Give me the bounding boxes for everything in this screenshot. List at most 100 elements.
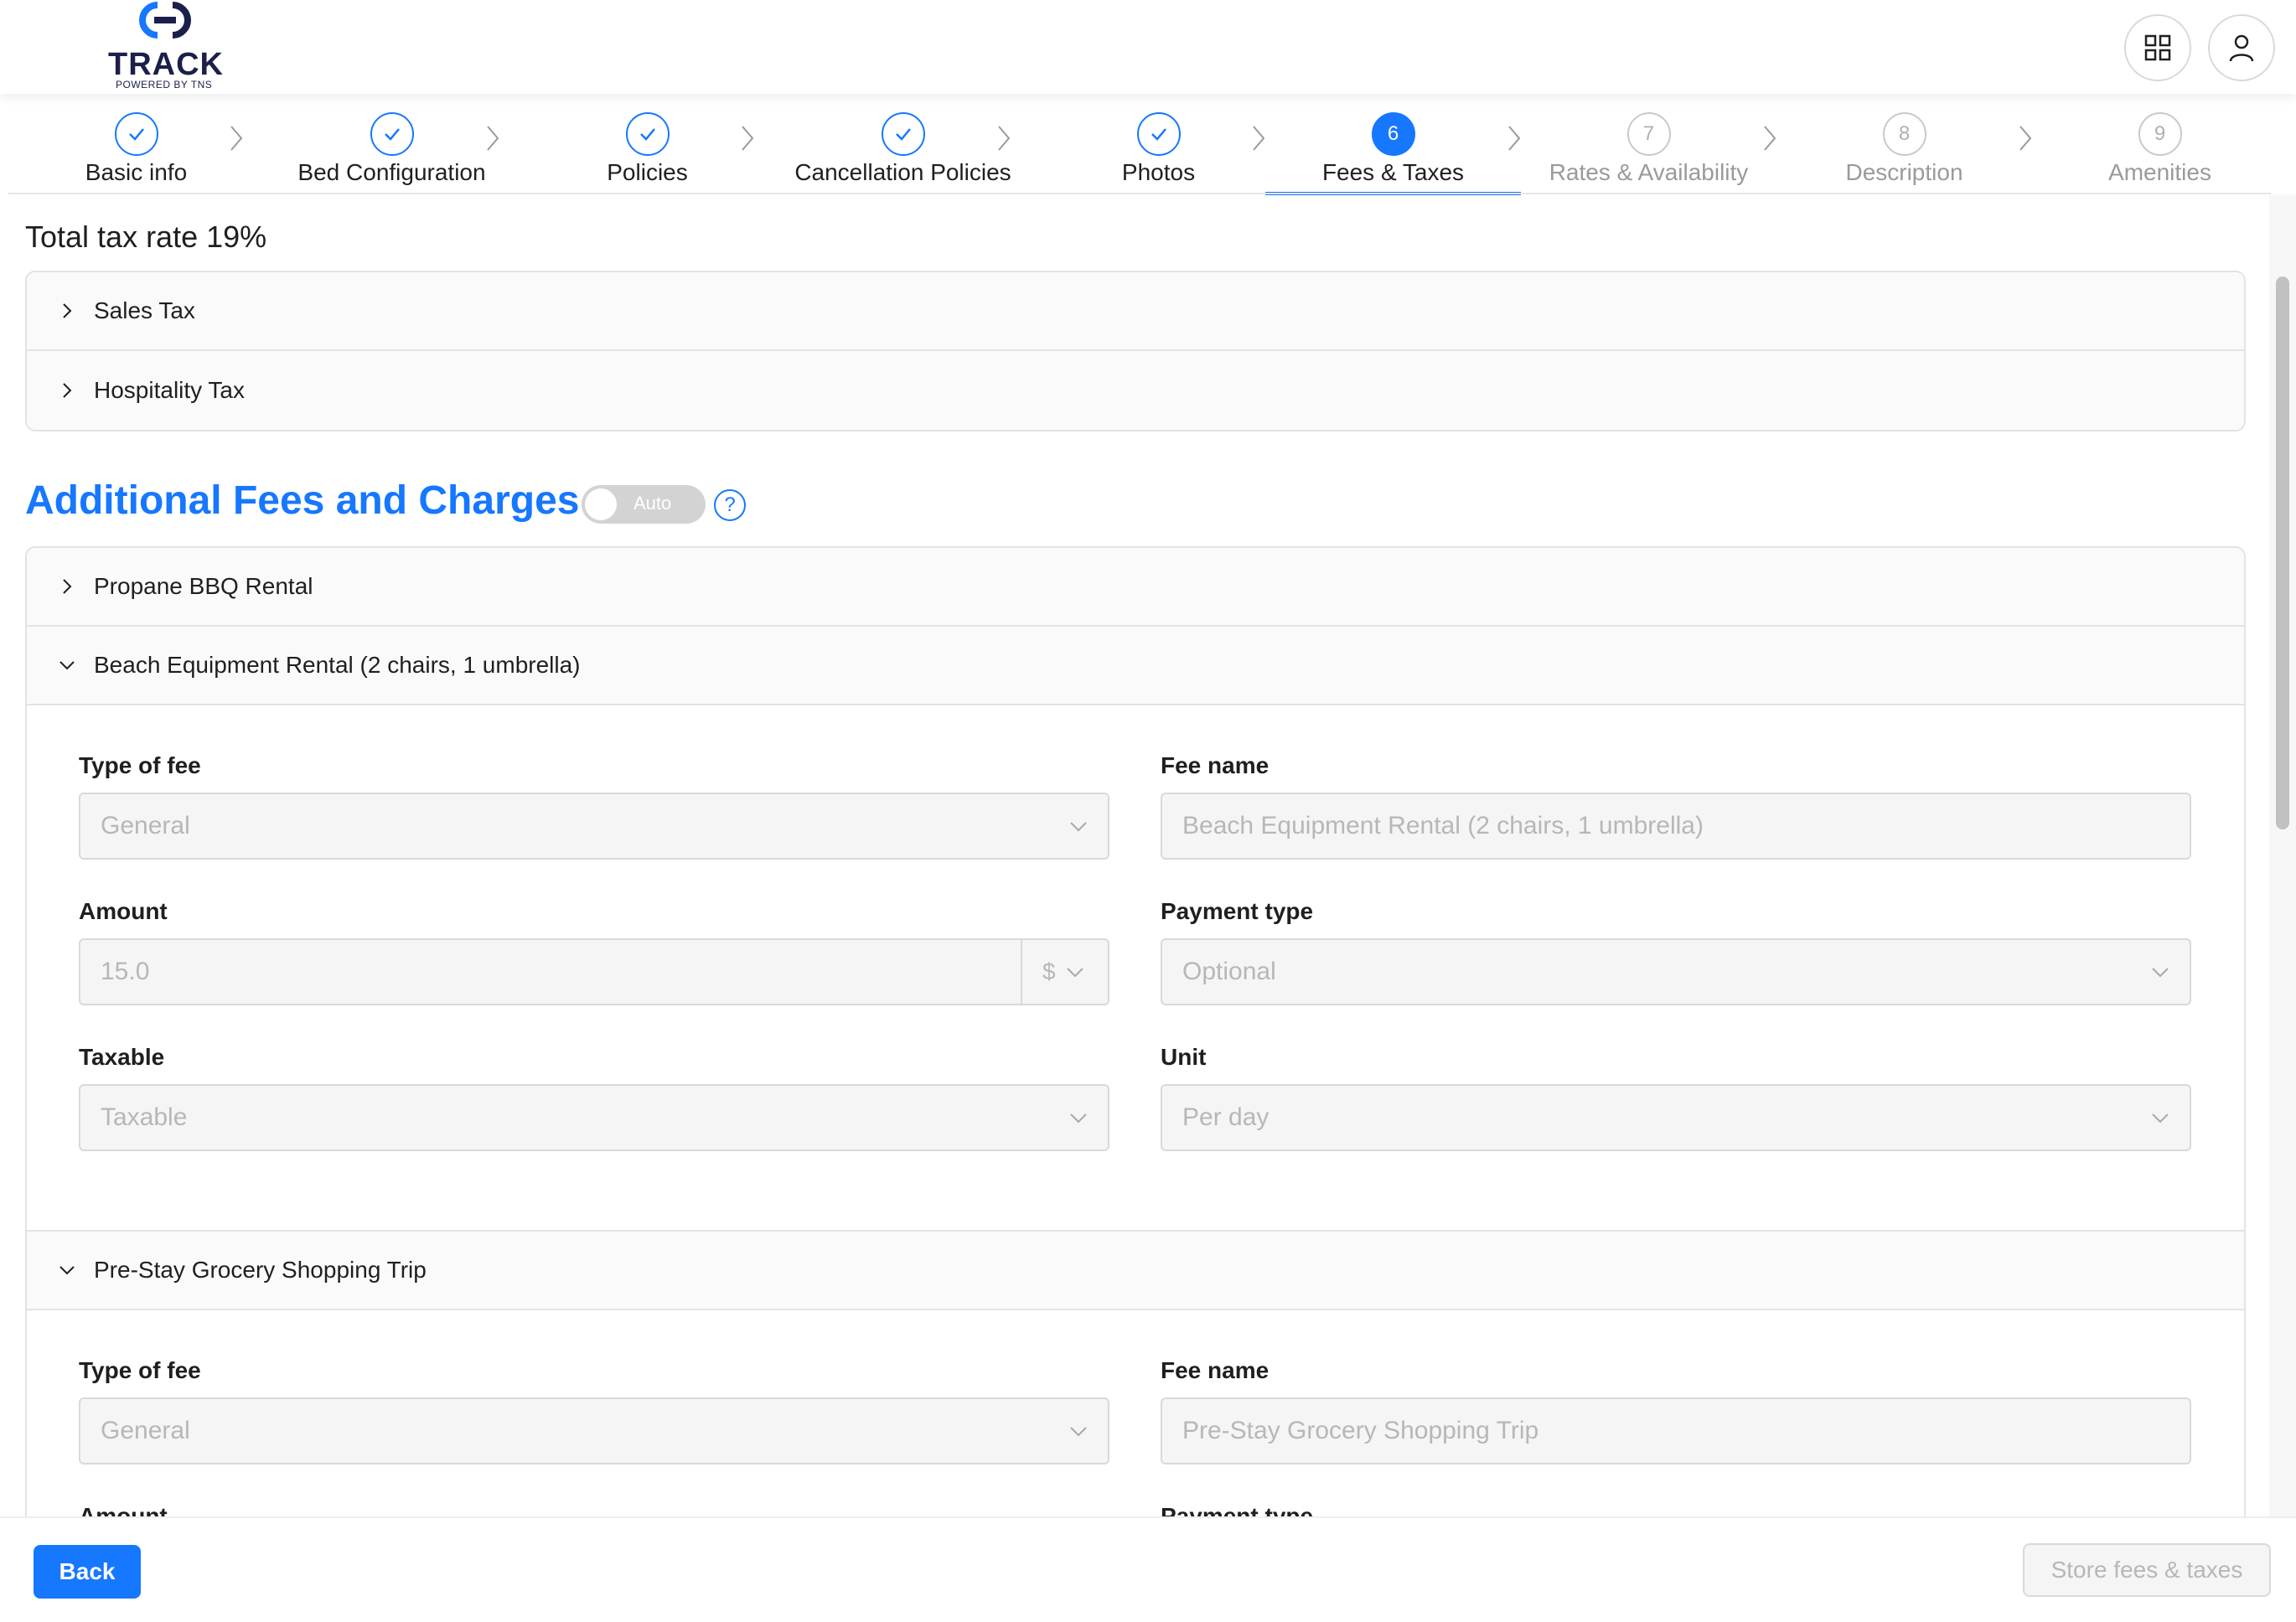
taxable-label: Taxable xyxy=(79,1044,165,1070)
fee-name-input[interactable]: Beach Equipment Rental (2 chairs, 1 umbr… xyxy=(1161,793,2191,860)
chevron-down-icon xyxy=(2152,1113,2169,1124)
step-bed-configuration[interactable]: Bed Configuration xyxy=(264,94,520,194)
grid-icon xyxy=(2144,34,2171,61)
fee-form-beach-equipment: Type of fee General Fee name Beach Equip… xyxy=(27,705,2244,1232)
currency-value: $ xyxy=(1042,958,1056,984)
check-icon xyxy=(625,112,670,156)
help-icon[interactable]: ? xyxy=(714,489,746,521)
chevron-right-icon xyxy=(63,579,72,594)
amount-input[interactable]: 15.0 $ xyxy=(79,938,1109,1005)
section-title: Additional Fees and Charges xyxy=(25,478,580,523)
unit-select[interactable]: Per day xyxy=(1161,1084,2191,1151)
step-number: 8 xyxy=(1882,112,1926,156)
collapse-header-beach-equipment[interactable]: Beach Equipment Rental (2 chairs, 1 umbr… xyxy=(27,627,2244,705)
unit-label: Unit xyxy=(1161,1044,1207,1070)
toggle-label: Auto xyxy=(633,493,672,514)
chevron-right-icon xyxy=(1508,126,1521,151)
type-of-fee-label: Type of fee xyxy=(79,752,201,778)
check-icon xyxy=(881,112,925,156)
total-tax-rate: Total tax rate 19% xyxy=(25,220,267,254)
step-label: Fees & Taxes xyxy=(1321,159,1465,185)
chevron-down-icon xyxy=(1070,1113,1087,1124)
collapse-header-sales-tax[interactable]: Sales Tax xyxy=(27,272,2244,351)
back-button[interactable]: Back xyxy=(34,1545,141,1599)
auto-toggle[interactable]: Auto xyxy=(582,485,706,524)
step-photos[interactable]: Photos xyxy=(1031,94,1286,194)
collapse-header-grocery-trip[interactable]: Pre-Stay Grocery Shopping Trip xyxy=(27,1232,2244,1310)
step-label: Amenities xyxy=(2108,159,2211,185)
step-fees-taxes[interactable]: 6 Fees & Taxes xyxy=(1265,94,1521,195)
step-label: Policies xyxy=(607,159,688,185)
chevron-right-icon xyxy=(63,303,72,318)
input-value: 15.0 xyxy=(101,958,150,985)
app-header: TRACK POWERED BY TNS xyxy=(0,0,2296,94)
collapse-title: Propane BBQ Rental xyxy=(94,573,313,599)
input-value: Beach Equipment Rental (2 chairs, 1 umbr… xyxy=(1182,812,1704,839)
collapse-title: Sales Tax xyxy=(94,297,195,323)
step-label: Bed Configuration xyxy=(297,159,486,185)
collapse-header-hospitality-tax[interactable]: Hospitality Tax xyxy=(27,351,2244,430)
chevron-down-icon xyxy=(2152,968,2169,978)
fee-form-grocery-trip: Type of fee General Fee name Pre-Stay Gr… xyxy=(27,1310,2244,1518)
stepper-divider xyxy=(8,193,2271,194)
select-value: Optional xyxy=(1182,958,1276,985)
chevron-right-icon xyxy=(1764,126,1776,151)
payment-type-select[interactable]: Optional xyxy=(1161,938,2191,1005)
chevron-down-icon xyxy=(59,1266,75,1275)
step-basic-info[interactable]: Basic info xyxy=(8,94,264,194)
currency-select[interactable]: $ xyxy=(1021,940,1108,1004)
logo-tagline: POWERED BY TNS xyxy=(116,79,213,90)
wizard-stepper: Basic info Bed Configuration Policies Ca… xyxy=(8,94,2288,195)
step-description[interactable]: 8 Description xyxy=(1776,94,2032,194)
select-value: Per day xyxy=(1182,1103,1270,1131)
chevron-right-icon xyxy=(1253,126,1265,151)
track-logo[interactable]: TRACK POWERED BY TNS xyxy=(104,0,230,94)
fee-name-label: Fee name xyxy=(1161,752,1270,778)
footer-bar: Back Store fees & taxes xyxy=(0,1516,2296,1622)
fee-name-input[interactable]: Pre-Stay Grocery Shopping Trip xyxy=(1161,1397,2191,1464)
payment-type-label: Payment type xyxy=(1161,898,1314,924)
step-label: Cancellation Policies xyxy=(794,159,1011,185)
step-label: Basic info xyxy=(85,159,188,185)
chevron-right-icon xyxy=(230,126,243,151)
step-cancellation-policies[interactable]: Cancellation Policies xyxy=(775,94,1031,194)
check-icon xyxy=(1136,112,1181,156)
store-fees-taxes-button[interactable]: Store fees & taxes xyxy=(2023,1543,2271,1597)
step-label: Description xyxy=(1845,159,1963,185)
step-policies[interactable]: Policies xyxy=(520,94,775,194)
chevron-down-icon xyxy=(1066,968,1083,978)
chevron-right-icon xyxy=(742,126,754,151)
user-icon xyxy=(2229,34,2254,62)
fees-collapse: Propane BBQ Rental Beach Equipment Renta… xyxy=(25,546,2246,1518)
collapse-header-propane-bbq[interactable]: Propane BBQ Rental xyxy=(27,548,2244,627)
type-of-fee-select[interactable]: General xyxy=(79,793,1109,860)
chevron-down-icon xyxy=(1070,1427,1087,1437)
taxable-select[interactable]: Taxable xyxy=(79,1084,1109,1151)
apps-button[interactable] xyxy=(2124,14,2191,81)
logo-mark-icon xyxy=(139,2,191,39)
check-icon xyxy=(370,112,414,156)
chevron-right-icon xyxy=(63,383,72,398)
scrollbar-thumb[interactable] xyxy=(2276,276,2289,829)
collapse-title: Hospitality Tax xyxy=(94,377,246,403)
select-value: General xyxy=(101,812,190,839)
select-value: General xyxy=(101,1417,190,1444)
logo-text: TRACK xyxy=(108,47,224,82)
select-value: Taxable xyxy=(101,1103,188,1131)
tax-collapse: Sales Tax Hospitality Tax xyxy=(25,271,2246,431)
chevron-right-icon xyxy=(487,126,499,151)
step-number: 6 xyxy=(1371,112,1415,156)
amount-label: Amount xyxy=(79,898,168,924)
user-menu-button[interactable] xyxy=(2208,14,2275,81)
step-rates-availability[interactable]: 7 Rates & Availability xyxy=(1521,94,1776,194)
check-icon xyxy=(114,112,158,156)
toggle-knob xyxy=(585,488,617,520)
type-of-fee-select[interactable]: General xyxy=(79,1397,1109,1464)
collapse-title: Pre-Stay Grocery Shopping Trip xyxy=(94,1257,427,1283)
step-label: Rates & Availability xyxy=(1549,159,1749,185)
step-amenities[interactable]: 9 Amenities xyxy=(2032,94,2288,194)
type-of-fee-label: Type of fee xyxy=(79,1357,201,1383)
step-label: Photos xyxy=(1121,159,1196,185)
chevron-right-icon xyxy=(998,126,1011,151)
chevron-down-icon xyxy=(1070,822,1087,832)
